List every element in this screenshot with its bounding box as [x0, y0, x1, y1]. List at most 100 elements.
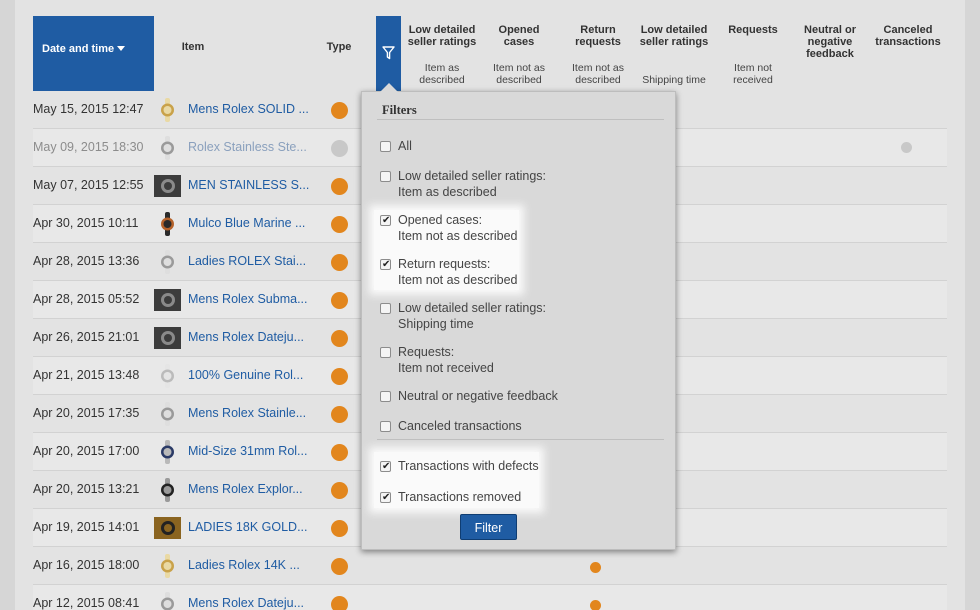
sort-down-icon — [117, 46, 125, 51]
filter-checkbox[interactable] — [380, 391, 391, 402]
item-thumbnail[interactable] — [154, 326, 181, 350]
item-thumbnail[interactable] — [154, 440, 181, 464]
type-status-dot — [331, 330, 348, 347]
return-request-status-dot — [590, 600, 601, 610]
item-thumbnail[interactable] — [154, 174, 181, 198]
divider — [377, 119, 664, 120]
filter-option-line2: Item not as described — [398, 229, 518, 243]
item-thumbnail[interactable] — [154, 136, 181, 160]
column-header-requests: Requests Item not received — [728, 24, 778, 86]
item-thumbnail[interactable] — [154, 98, 181, 122]
filter-checkbox[interactable] — [380, 171, 391, 182]
filter-option-line2: Item as described — [398, 185, 497, 199]
filter-checkbox[interactable] — [380, 303, 391, 314]
type-status-dot — [331, 482, 348, 499]
filter-option-label: Low detailed seller ratings: Shipping tim… — [398, 300, 546, 332]
item-thumbnail[interactable] — [154, 592, 181, 610]
item-title-link[interactable]: Mid-Size 31mm Rol... — [188, 444, 307, 458]
item-title-link[interactable]: Ladies ROLEX Stai... — [188, 254, 306, 268]
panel-pointer — [380, 83, 398, 92]
item-title-link[interactable]: 100% Genuine Rol... — [188, 368, 303, 382]
row-date: Apr 20, 2015 17:35 — [33, 406, 140, 420]
item-thumbnail[interactable] — [154, 516, 181, 540]
filter-option[interactable]: Return requests: Item not as described — [380, 256, 660, 288]
item-title-link[interactable]: Mulco Blue Marine ... — [188, 216, 305, 230]
item-title-link[interactable]: Mens Rolex SOLID ... — [188, 102, 309, 116]
filter-option-label: Canceled transactions — [398, 418, 522, 434]
column-header-date[interactable]: Date and time — [33, 16, 154, 91]
date-header-label: Date and time — [42, 43, 115, 55]
row-date: Apr 20, 2015 17:00 — [33, 444, 140, 458]
type-status-dot — [331, 444, 348, 461]
item-title-link[interactable]: Rolex Stainless Ste... — [188, 140, 307, 154]
item-thumbnail[interactable] — [154, 212, 181, 236]
filter-option-line1: Requests: — [398, 345, 455, 359]
filter-option[interactable]: All — [380, 138, 660, 154]
filter-option-line2: Item not as described — [398, 273, 518, 287]
type-status-dot — [331, 216, 348, 233]
filter-option-line1: Opened cases: — [398, 213, 483, 227]
row-date: May 15, 2015 12:47 — [33, 102, 144, 116]
item-title-link[interactable]: Mens Rolex Stainle... — [188, 406, 306, 420]
item-title-link[interactable]: LADIES 18K GOLD... — [188, 520, 308, 534]
item-title-link[interactable]: Ladies Rolex 14K ... — [188, 558, 300, 572]
filter-checkbox[interactable] — [380, 141, 391, 152]
row-date: Apr 30, 2015 10:11 — [33, 216, 139, 230]
row-date: May 09, 2015 18:30 — [33, 140, 144, 154]
type-status-dot — [331, 596, 348, 610]
filter-option[interactable]: Canceled transactions — [380, 418, 660, 434]
row-date: Apr 28, 2015 05:52 — [33, 292, 140, 306]
filter-button[interactable]: Filter — [460, 514, 517, 540]
column-header-negative-feedback: Neutral or negative feedback — [804, 24, 856, 60]
filter-option-line1: Return requests: — [398, 257, 491, 271]
filter-checkbox[interactable] — [380, 213, 391, 229]
item-title-link[interactable]: Mens Rolex Dateju... — [188, 596, 304, 610]
filter-option[interactable]: Neutral or negative feedback — [380, 388, 660, 404]
filter-checkbox[interactable] — [380, 421, 391, 432]
table-row[interactable]: Apr 12, 2015 08:41 Mens Rolex Dateju... — [33, 585, 947, 610]
type-status-dot — [331, 254, 348, 271]
column-header-opened-cases: Opened cases Item not as described — [493, 24, 545, 86]
filter-option[interactable]: Opened cases: Item not as described — [380, 212, 660, 244]
item-thumbnail[interactable] — [154, 478, 181, 502]
filter-option[interactable]: Transactions removed — [380, 489, 660, 506]
item-title-link[interactable]: Mens Rolex Dateju... — [188, 330, 304, 344]
item-title-link[interactable]: MEN STAINLESS S... — [188, 178, 309, 192]
filter-option-line2: Shipping time — [398, 317, 474, 331]
row-date: Apr 28, 2015 13:36 — [33, 254, 140, 268]
filters-dropdown-panel: Filters All Low detailed seller ratings: I… — [361, 83, 676, 550]
filter-option-line1: Transactions with defects — [398, 459, 539, 473]
filter-toggle-button[interactable] — [376, 16, 401, 91]
item-title-link[interactable]: Mens Rolex Explor... — [188, 482, 303, 496]
filter-option[interactable]: Requests: Item not received — [380, 344, 660, 376]
item-thumbnail[interactable] — [154, 288, 181, 312]
filter-option[interactable]: Low detailed seller ratings: Shipping tim… — [380, 300, 660, 332]
filter-option-label: Transactions removed — [398, 489, 521, 505]
item-thumbnail[interactable] — [154, 250, 181, 274]
filter-checkbox[interactable] — [380, 347, 391, 358]
filter-checkbox[interactable] — [380, 257, 391, 273]
type-status-dot — [331, 558, 348, 575]
item-thumbnail[interactable] — [154, 402, 181, 426]
filter-option[interactable]: Low detailed seller ratings: Item as desc… — [380, 168, 660, 200]
filter-checkbox[interactable] — [380, 459, 391, 475]
table-row[interactable]: Apr 16, 2015 18:00 Ladies Rolex 14K ... — [33, 547, 947, 585]
column-header-return-requests: Return requests Item not as described — [572, 24, 624, 86]
row-date: Apr 26, 2015 21:01 — [33, 330, 140, 344]
column-header-canceled: Canceled transactions — [875, 24, 941, 48]
item-thumbnail[interactable] — [154, 554, 181, 578]
type-status-dot — [331, 292, 348, 309]
row-date: May 07, 2015 12:55 — [33, 178, 144, 192]
item-title-link[interactable]: Mens Rolex Subma... — [188, 292, 308, 306]
item-thumbnail[interactable] — [154, 364, 181, 388]
filter-option-label: Neutral or negative feedback — [398, 388, 558, 404]
type-status-dot — [331, 140, 348, 157]
filter-option-line1: Neutral or negative feedback — [398, 389, 558, 403]
filter-option-label: Low detailed seller ratings: Item as desc… — [398, 168, 546, 200]
filter-option-line1: Low detailed seller ratings: — [398, 301, 546, 315]
filter-option-line1: Canceled transactions — [398, 419, 522, 433]
filters-title: Filters — [382, 103, 417, 117]
filter-option[interactable]: Transactions with defects — [380, 458, 660, 475]
filter-checkbox[interactable] — [380, 490, 391, 506]
filter-option-line1: Transactions removed — [398, 490, 522, 504]
